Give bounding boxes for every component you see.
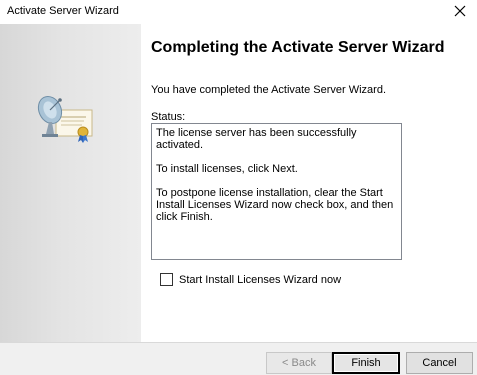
checkbox-label: Start Install Licenses Wizard now <box>179 273 342 286</box>
page-title: Completing the Activate Server Wizard <box>151 39 445 56</box>
wizard-banner <box>0 24 141 342</box>
back-button[interactable]: < Back <box>266 352 332 374</box>
status-line: To install licenses, click Next. <box>156 163 298 175</box>
start-install-licenses-checkbox[interactable] <box>160 273 173 286</box>
window-title: Activate Server Wizard <box>7 5 119 17</box>
finish-button[interactable]: Finish <box>332 352 400 374</box>
status-line: To postpone license installation, clear … <box>156 187 394 223</box>
status-label: Status: <box>151 111 186 123</box>
status-line: The license server has been successfully… <box>156 127 357 151</box>
close-button[interactable] <box>443 0 477 24</box>
satellite-dish-certificate-icon <box>36 88 96 150</box>
close-icon <box>454 5 466 20</box>
start-install-licenses-checkbox-row[interactable]: Start Install Licenses Wizard now <box>160 273 341 286</box>
completion-message: You have completed the Activate Server W… <box>151 84 386 96</box>
title-bar: Activate Server Wizard <box>0 0 477 24</box>
cancel-button[interactable]: Cancel <box>406 352 473 374</box>
status-textbox[interactable]: The license server has been successfully… <box>151 123 402 260</box>
wizard-window: Activate Server Wizard Completing the Ac… <box>0 0 477 375</box>
